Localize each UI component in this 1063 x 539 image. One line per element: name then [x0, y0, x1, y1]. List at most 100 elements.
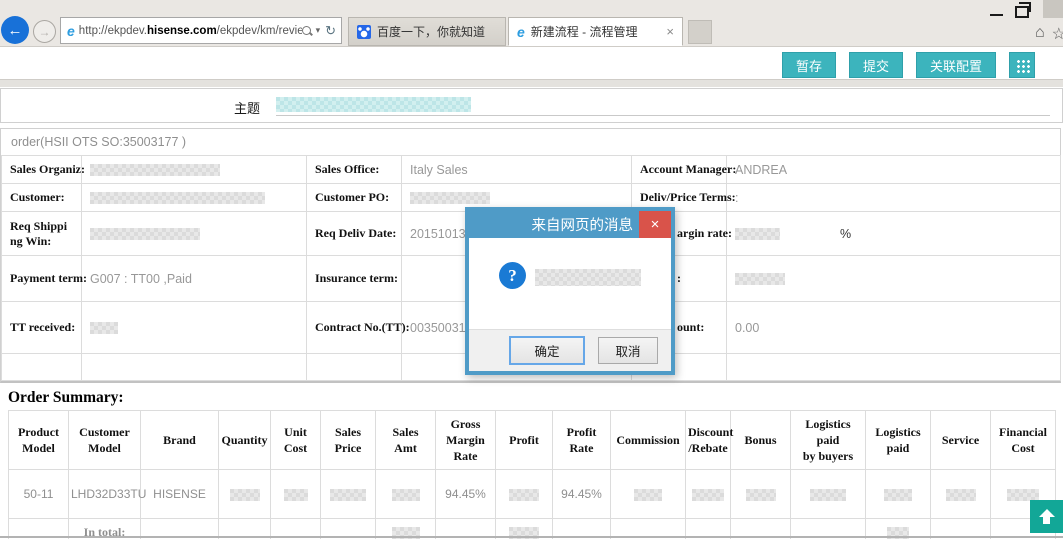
tab-label: 百度一下，你就知道: [377, 23, 497, 40]
dialog-title-bar[interactable]: 来自网页的消息 ×: [469, 211, 671, 238]
summary-cell: [611, 470, 686, 519]
cancel-button[interactable]: 取消: [598, 337, 658, 364]
summary-col-header: Profit Rate: [553, 411, 611, 470]
summary-col-header: Customer Model: [69, 411, 141, 470]
search-icon[interactable]: [302, 26, 311, 35]
summary-col-header: Bonus: [731, 411, 791, 470]
webpage-message-dialog: 来自网页的消息 × ? 确定 取消: [465, 207, 675, 375]
summary-cell: [271, 470, 321, 519]
redacted-value: [634, 489, 662, 501]
page-toolbar: 暂存 提交 关联配置: [782, 52, 1035, 78]
ie-favicon: e: [517, 24, 525, 40]
field-customer-label: Customer:: [2, 184, 82, 212]
summary-col-header: Discount /Rebate: [686, 411, 731, 470]
field-account-manager-label: Account Manager:: [632, 156, 727, 184]
field-customer-value: [82, 184, 307, 212]
url-text[interactable]: http://ekpdev.hisense.com/ekpdev/km/revi…: [79, 25, 302, 37]
empty-cell: [727, 354, 1061, 381]
save-draft-button[interactable]: 暂存: [782, 52, 836, 78]
field-req-deliv-date-label: Req Deliv Date:: [307, 212, 402, 256]
redacted-value: [410, 192, 490, 204]
summary-col-header: Commission: [611, 411, 686, 470]
field-payment-term-label: Payment term:: [2, 256, 82, 302]
back-button[interactable]: ←: [1, 16, 29, 44]
empty-cell: [82, 354, 307, 381]
minimize-icon[interactable]: [990, 14, 1003, 16]
subject-input[interactable]: [276, 95, 1050, 116]
redacted-dialog-message: [535, 269, 641, 286]
related-config-button[interactable]: 关联配置: [916, 52, 996, 78]
summary-col-header: Brand: [141, 411, 219, 470]
summary-col-header: Unit Cost: [271, 411, 321, 470]
field-req-shipping-win-value: [82, 212, 307, 256]
tab-baidu[interactable]: 百度一下，你就知道: [348, 17, 506, 46]
redacted-value: [746, 489, 776, 501]
field-hidden-value: [727, 256, 1061, 302]
favorites-star-icon[interactable]: ☆: [1052, 24, 1063, 44]
field-account-manager-value: ANDREA: [727, 156, 1061, 184]
subject-label: 主题: [234, 98, 260, 117]
up-arrow-icon: [1039, 509, 1055, 517]
summary-col-header: Sales Price: [321, 411, 376, 470]
address-bar[interactable]: e http://ekpdev.hisense.com/ekpdev/km/re…: [60, 17, 342, 44]
back-to-top-button[interactable]: [1030, 500, 1063, 533]
redacted-value: [90, 192, 265, 204]
dialog-footer: 确定 取消: [469, 329, 671, 371]
field-deliv-price-terms-value: :: [727, 184, 1061, 212]
restore-icon[interactable]: [1015, 6, 1029, 18]
redacted-value: [284, 489, 308, 501]
order-summary-title: Order Summary:: [8, 389, 124, 407]
summary-cell: [496, 470, 553, 519]
summary-cell: [321, 470, 376, 519]
summary-col-header: Financial Cost: [991, 411, 1056, 470]
summary-cell: [866, 470, 931, 519]
home-icon[interactable]: ⌂: [1035, 24, 1045, 44]
window-controls: [990, 4, 1029, 18]
summary-cell: [219, 470, 271, 519]
dialog-body: ?: [469, 238, 671, 329]
redacted-value: [692, 489, 724, 501]
new-tab-button[interactable]: [688, 20, 712, 44]
field-customer-po-label: Customer PO:: [307, 184, 402, 212]
summary-cell: [731, 470, 791, 519]
summary-col-header: Logistics paid: [866, 411, 931, 470]
redacted-value: [230, 489, 260, 501]
summary-cell: [376, 470, 436, 519]
empty-cell: [2, 354, 82, 381]
field-req-shipping-win-label: Req Shipping Win:: [2, 212, 82, 256]
summary-cell: 94.45%: [436, 470, 496, 519]
dialog-close-icon[interactable]: ×: [639, 211, 671, 238]
baidu-favicon-icon: [357, 25, 371, 39]
browser-chrome: ← → e http://ekpdev.hisense.com/ekpdev/k…: [0, 0, 1063, 47]
refresh-icon[interactable]: ↻: [325, 23, 336, 39]
subject-box: 主题: [0, 88, 1063, 123]
field-sales-office-label: Sales Office:: [307, 156, 402, 184]
question-mark-icon: ?: [499, 262, 526, 289]
submit-button[interactable]: 提交: [849, 52, 903, 78]
empty-cell: [307, 354, 402, 381]
forward-button[interactable]: →: [33, 20, 56, 43]
redacted-value: [330, 489, 366, 501]
summary-cell: [931, 470, 991, 519]
redacted-value: [810, 489, 846, 501]
chevron-down-icon[interactable]: ▾: [316, 25, 321, 36]
redacted-value: [90, 164, 220, 176]
tab-close-icon[interactable]: ×: [666, 24, 674, 39]
ie-favicon: e: [67, 23, 75, 39]
order-number-line: order(HSII OTS SO:35003177 ): [1, 129, 1060, 155]
tab-process-management[interactable]: e 新建流程 - 流程管理 ×: [508, 17, 683, 46]
ok-button[interactable]: 确定: [509, 336, 585, 365]
grid-menu-button[interactable]: [1009, 52, 1035, 78]
summary-col-header: Quantity: [219, 411, 271, 470]
window-corner: [1043, 0, 1063, 18]
summary-col-header: Logistics paid by buyers: [791, 411, 866, 470]
field-payment-term-value: G007 : TT00 ,Paid: [82, 256, 307, 302]
field-tt-received-label: TT received:: [2, 302, 82, 354]
redacted-value: [735, 228, 780, 240]
redacted-value: [392, 489, 420, 501]
tab-label: 新建流程 - 流程管理: [531, 23, 659, 40]
summary-col-header: Gross Margin Rate: [436, 411, 496, 470]
field-sales-organiz-value: [82, 156, 307, 184]
field-contract-no-label: Contract No.(TT):: [307, 302, 402, 354]
summary-cell: LHD32D33TU: [69, 470, 141, 519]
